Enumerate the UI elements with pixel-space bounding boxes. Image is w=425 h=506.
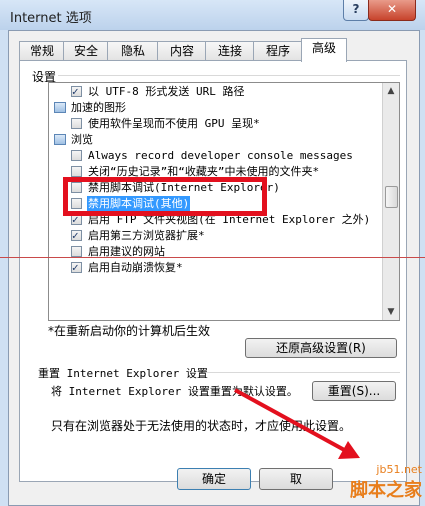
watermark-site: jb51.net [376,463,422,476]
watermark-brand: 脚本之家 [350,480,422,501]
annotation-arrow-icon [234,388,360,459]
tab-advanced[interactable]: 高级 [301,38,347,62]
watermark: jb51.net 脚本之家 [350,463,422,502]
